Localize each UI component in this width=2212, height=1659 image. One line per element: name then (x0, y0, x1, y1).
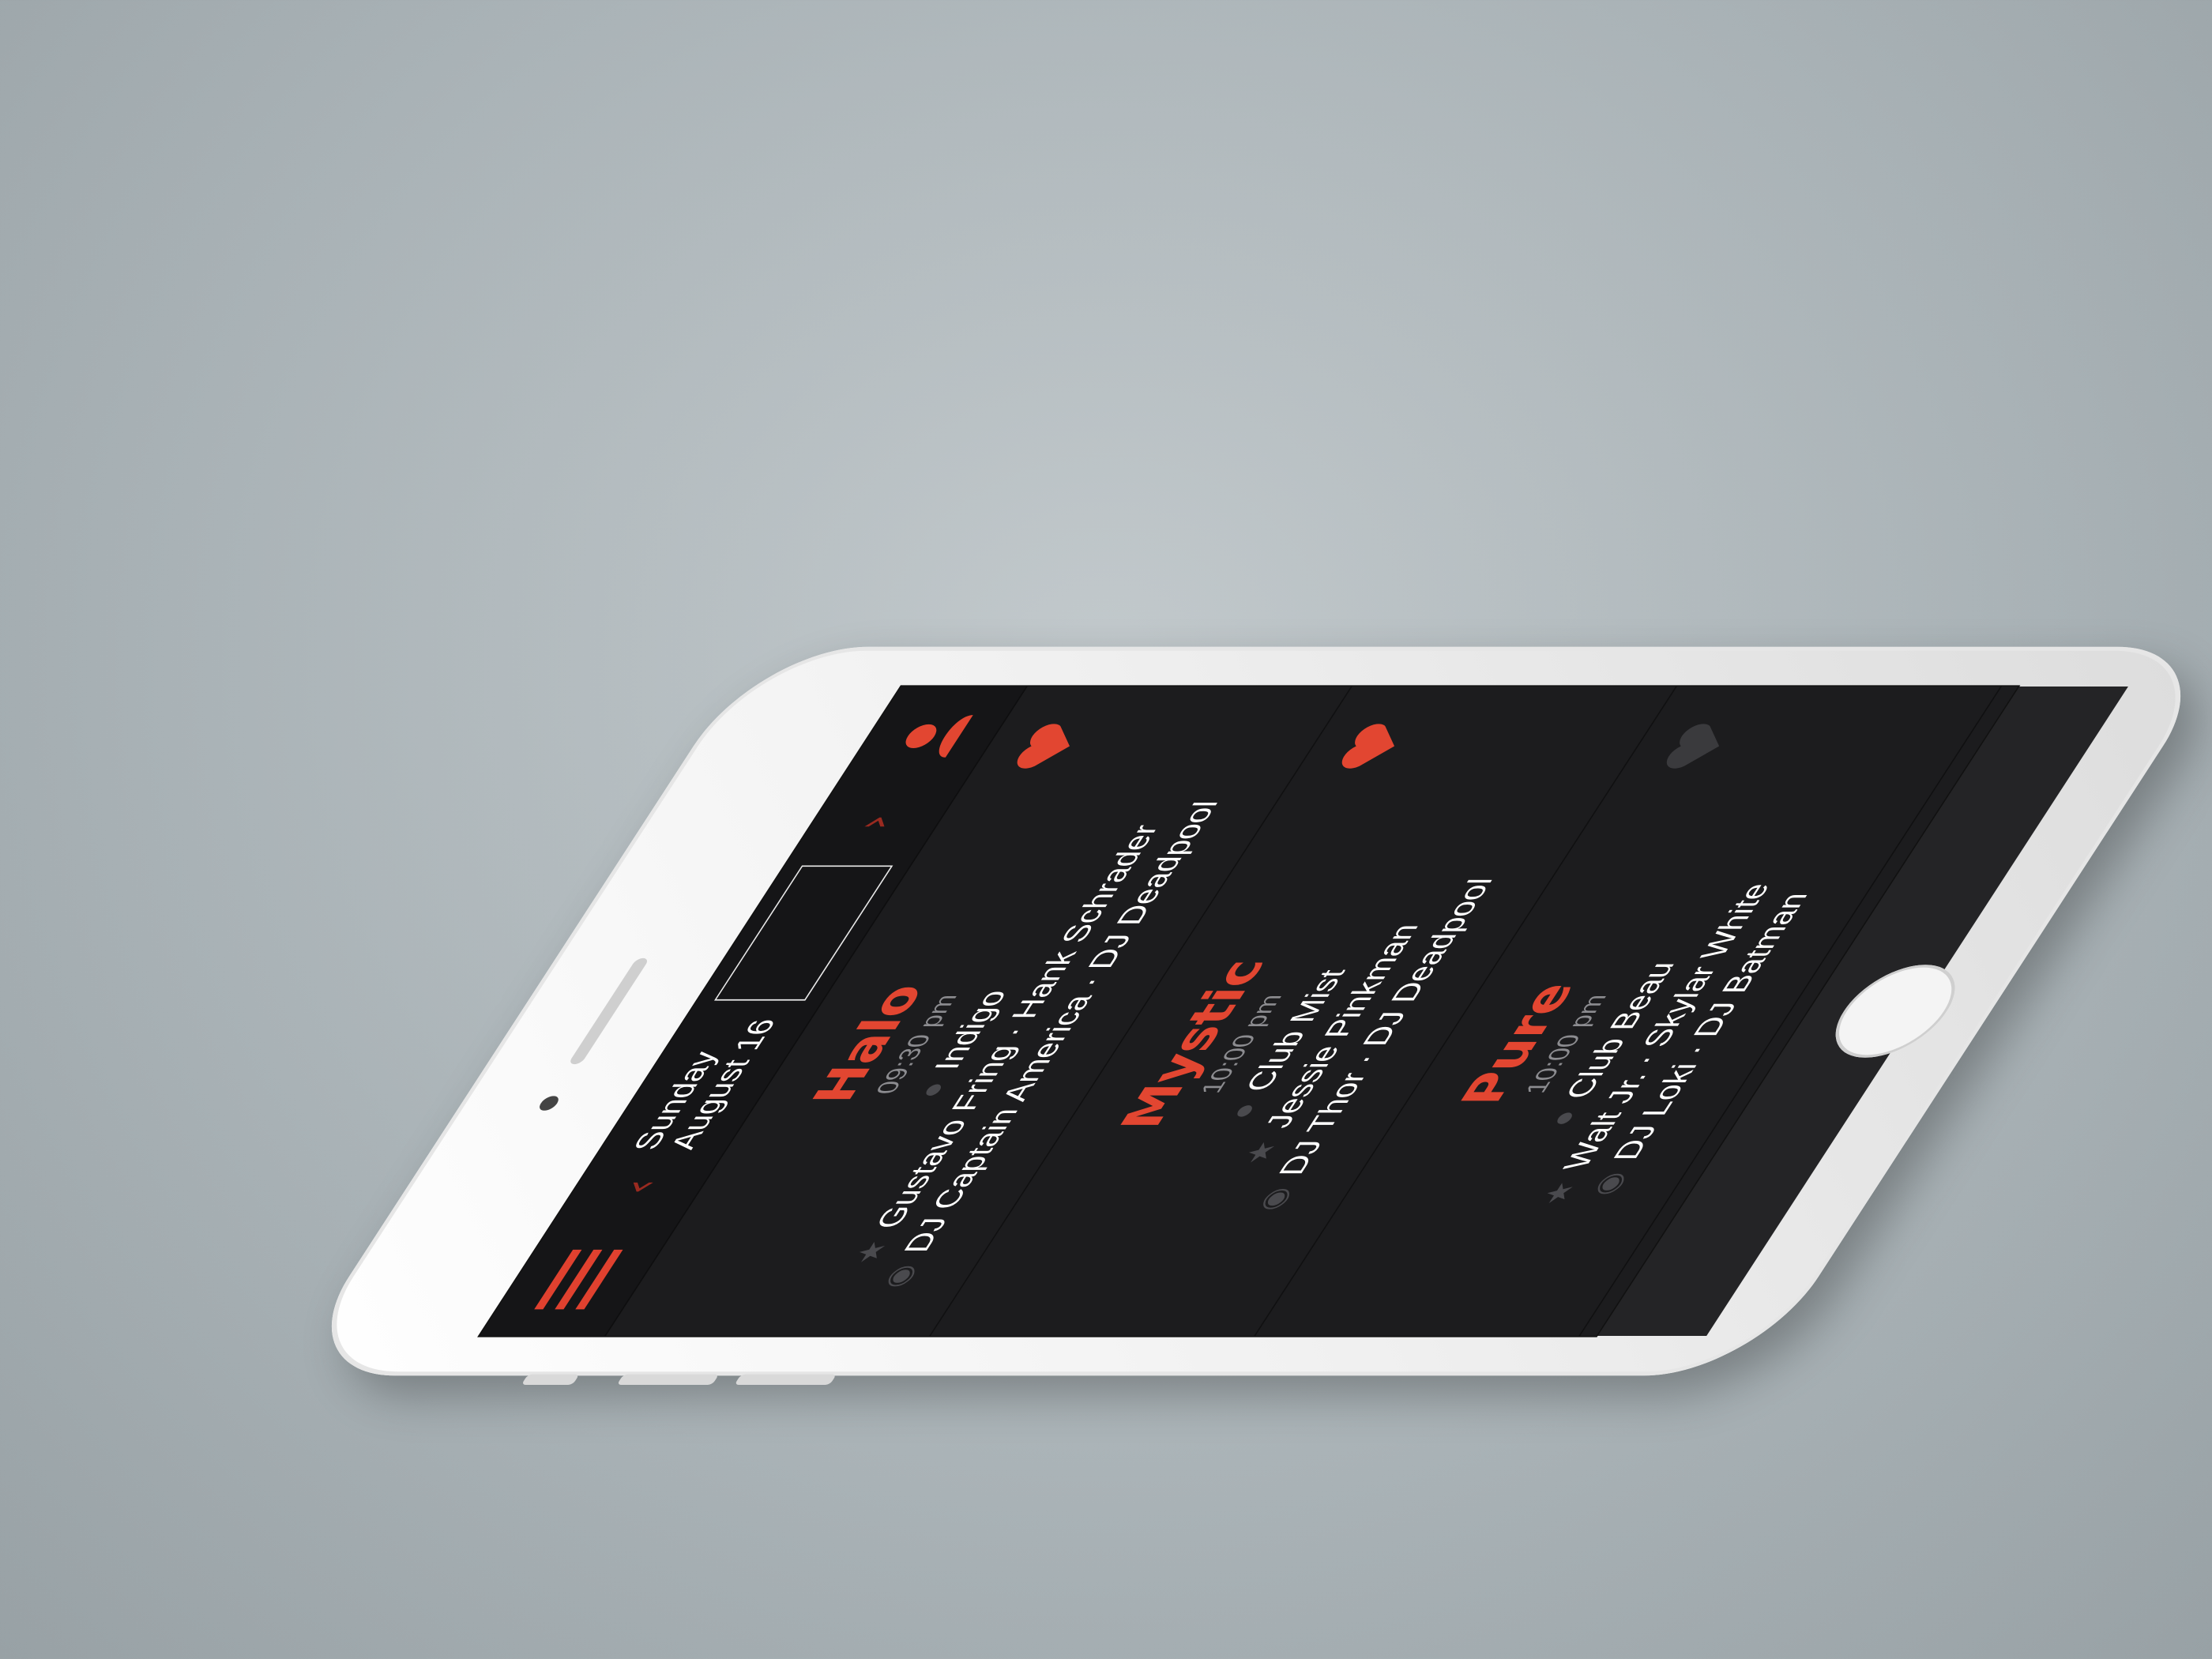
star-icon: ★ (1236, 1140, 1285, 1164)
chevron-left-icon: ‹ (608, 1179, 670, 1195)
star-icon: ★ (1535, 1181, 1583, 1206)
chevron-right-icon: › (845, 814, 907, 831)
phone-device: ‹ Sunday August 16 › Halo 09:30 pm ● Ind… (284, 646, 2212, 1386)
location-pin-icon: ● (1221, 1103, 1265, 1119)
user-icon (905, 715, 973, 758)
vinyl-icon: ◉ (1251, 1187, 1299, 1211)
volume-up-button[interactable] (616, 1374, 720, 1386)
location-pin-icon: ● (910, 1082, 954, 1098)
mute-switch[interactable] (521, 1374, 580, 1386)
volume-down-button[interactable] (734, 1374, 837, 1386)
vinyl-icon: ◉ (875, 1264, 924, 1288)
vinyl-icon: ◉ (1585, 1172, 1633, 1196)
location-pin-icon: ● (1541, 1110, 1585, 1127)
star-icon: ★ (847, 1240, 896, 1264)
